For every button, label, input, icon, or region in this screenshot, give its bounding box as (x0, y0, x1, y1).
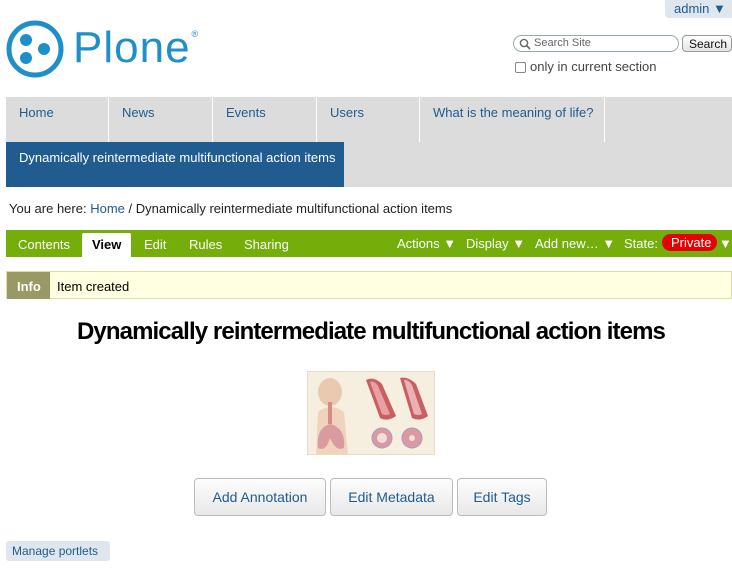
respiratory-illustration-icon (308, 372, 434, 454)
edit-bar: Contents View Edit Rules Sharing Actions… (6, 230, 732, 257)
search-button[interactable]: Search (682, 35, 732, 52)
breadcrumb: You are here: Home / Dynamically reinter… (9, 201, 452, 216)
current-section-checkbox[interactable] (515, 62, 526, 73)
display-menu[interactable]: Display ▼ (466, 236, 525, 251)
page-title: Dynamically reintermediate multifunction… (76, 318, 666, 345)
site-logo[interactable]: Plone® (6, 20, 199, 78)
content-image[interactable] (307, 371, 435, 455)
search-placeholder: Search Site (534, 37, 591, 49)
nav-item-events[interactable]: Events (213, 97, 317, 142)
state-badge[interactable]: Private (662, 234, 717, 251)
actions-menu[interactable]: Actions ▼ (397, 236, 456, 251)
tab-edit[interactable]: Edit (144, 237, 166, 252)
nav-item-users[interactable]: Users (317, 97, 420, 142)
logo-wordmark: Plone® (73, 23, 200, 72)
add-annotation-button[interactable]: Add Annotation (194, 478, 326, 516)
edit-metadata-button[interactable]: Edit Metadata (330, 478, 453, 516)
breadcrumb-current: Dynamically reintermediate multifunction… (135, 201, 453, 216)
status-message-label: Info (7, 272, 50, 299)
add-new-menu[interactable]: Add new… ▼ (535, 236, 615, 251)
tab-view[interactable]: View (82, 233, 131, 257)
state-menu-arrow[interactable]: ▼ (719, 236, 732, 251)
plone-logo-icon (6, 20, 64, 78)
nav-item-news[interactable]: News (109, 97, 213, 142)
nav-item-home[interactable]: Home (6, 97, 109, 142)
current-section-label: only in current section (530, 59, 657, 74)
global-nav: Home News Events Users What is the meani… (6, 97, 732, 187)
state-label: State: (624, 236, 658, 251)
nav-item-current[interactable]: Dynamically reintermediate multifunction… (6, 142, 344, 187)
nav-item-meaning-of-life[interactable]: What is the meaning of life? (420, 97, 605, 142)
search-input[interactable]: Search Site (513, 35, 679, 52)
status-message-text: Item created (57, 279, 130, 294)
breadcrumb-separator: / (128, 201, 133, 216)
search-icon (519, 38, 531, 50)
tab-contents[interactable]: Contents (18, 237, 70, 252)
breadcrumb-home-link[interactable]: Home (90, 201, 125, 216)
tab-rules[interactable]: Rules (189, 237, 222, 252)
edit-tags-button[interactable]: Edit Tags (457, 478, 547, 516)
user-menu[interactable]: admin ▼ (665, 0, 732, 18)
tab-sharing[interactable]: Sharing (244, 237, 289, 252)
status-message: Info Item created (6, 271, 732, 299)
breadcrumb-prefix: You are here: (9, 201, 87, 216)
manage-portlets-button[interactable]: Manage portlets (6, 541, 110, 561)
